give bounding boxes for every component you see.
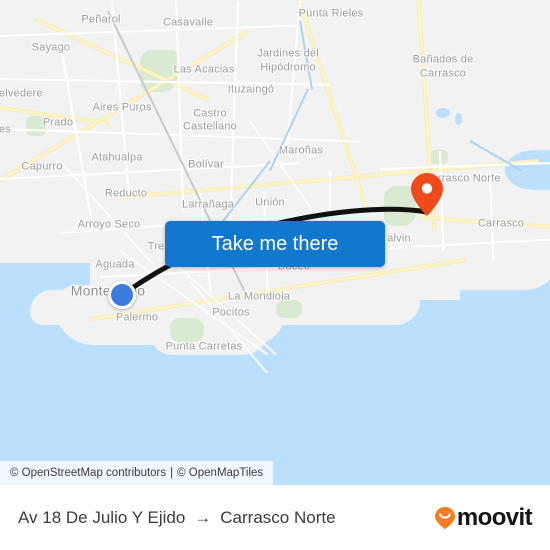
map-place-label: Maroñas: [278, 144, 324, 157]
map-place-label: Prado: [42, 116, 74, 129]
destination-marker[interactable]: [410, 172, 444, 217]
origin-marker[interactable]: [108, 281, 136, 309]
water-pond-banados: [436, 108, 450, 118]
map-place-label: es: [0, 123, 12, 136]
map-place-label: Sayago: [31, 41, 71, 54]
map-place-label: Atahualpa: [91, 151, 143, 164]
park-buceo: [170, 318, 204, 342]
road-grid-v-3: [228, 0, 239, 231]
arrow-right-icon: →: [194, 507, 212, 527]
map-place-label: Arroyo Seco: [77, 218, 141, 231]
stream-miguelete-2: [269, 88, 309, 171]
road-grid-h-1: [0, 24, 300, 37]
trip-destination: Carrasco Norte: [220, 507, 336, 527]
trip-summary: Av 18 De Julio Y Ejido → Carrasco Norte: [18, 508, 336, 528]
map-place-label: Belvedere: [0, 87, 43, 100]
moovit-logo[interactable]: moovit: [434, 503, 533, 532]
map-place-label: alvin: [387, 232, 411, 245]
map-attribution: © OpenStreetMap contributors | © OpenMap…: [0, 461, 274, 485]
map-place-label: Hipódromo: [260, 61, 316, 74]
trip-origin: Av 18 De Julio Y Ejido: [18, 507, 186, 527]
map-place-label: Palermo: [115, 311, 159, 324]
map-place-label: Ituzaingó: [227, 83, 275, 96]
map-place-label: Jardines del: [257, 47, 319, 60]
map-place-label: Casavalle: [162, 16, 214, 29]
map-place-label: Castro: [193, 107, 227, 120]
map-place-label: Castellano: [183, 120, 237, 133]
map-place-label: Peñarol: [81, 13, 121, 26]
map-canvas[interactable]: Peñarol Casavalle Punta Rieles Bañados de Ca…: [0, 0, 550, 485]
footer-bar: Av 18 De Julio Y Ejido → Carrasco Norte …: [0, 485, 550, 550]
moovit-pin-icon: [434, 506, 455, 529]
attribution-separator: |: [170, 467, 174, 479]
map-place-label: La Mondiola: [227, 290, 291, 303]
water-pond-banados-2: [455, 113, 462, 125]
water-right-inlet: [505, 150, 550, 190]
map-trip-screen: Peñarol Casavalle Punta Rieles Bañados de Ca…: [0, 0, 550, 550]
map-place-label: Carrasco: [419, 67, 467, 80]
attribution-osm-link[interactable]: © OpenStreetMap contributors: [10, 467, 166, 479]
map-place-label: Punta Rieles: [298, 7, 364, 20]
map-place-label: Punta Carretas: [165, 340, 243, 353]
attribution-maptiles-link[interactable]: © OpenMapTiles: [177, 467, 263, 479]
take-me-there-button[interactable]: Take me there: [165, 221, 385, 267]
map-place-label: Las Acacias: [173, 63, 235, 76]
map-place-label: Aguada: [95, 258, 135, 271]
map-place-label: Bañados de: [412, 53, 474, 66]
map-place-label: Bolívar: [188, 158, 224, 171]
map-place-label: Reducto: [104, 187, 148, 200]
map-place-label: Carrasco: [477, 217, 525, 230]
road-grid-v-2: [175, 0, 185, 211]
map-place-label: Capurro: [21, 160, 63, 173]
map-place-label: Larrañaga: [182, 198, 234, 211]
map-place-label: Aires Puros: [92, 101, 152, 114]
moovit-wordmark: moovit: [456, 503, 533, 531]
map-place-label: Tre: [147, 240, 165, 253]
map-pin-icon: [411, 173, 443, 216]
map-place-label: Pocitos: [212, 306, 250, 319]
map-place-label: Unión: [255, 196, 285, 209]
